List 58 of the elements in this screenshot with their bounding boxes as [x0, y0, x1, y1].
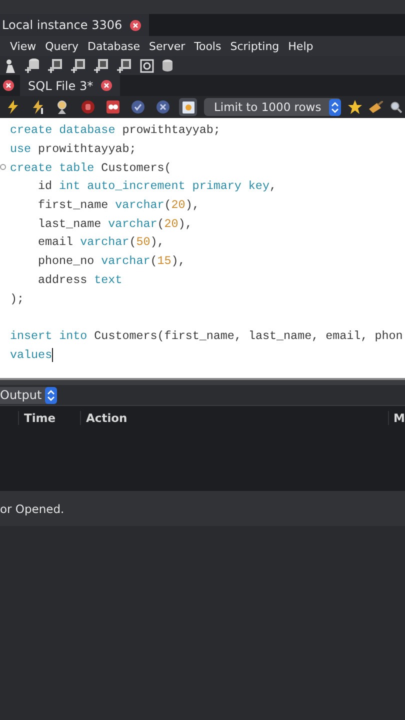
spinner-arrows-icon[interactable]: [44, 386, 57, 404]
menu-item[interactable]: View: [10, 40, 36, 52]
limit-select[interactable]: Limit to 1000 rows: [204, 98, 342, 116]
broom-icon[interactable]: [369, 101, 384, 113]
autocommit-icon: [182, 100, 194, 114]
sql-editor[interactable]: [0, 118, 405, 378]
add-database-icon[interactable]: [25, 58, 40, 73]
toolbar-button[interactable]: [129, 98, 147, 116]
stop-hand-icon: [81, 100, 95, 114]
check-icon: [131, 100, 145, 114]
code-line: id int auto_increment primary key,: [37, 179, 276, 194]
star-icon[interactable]: [348, 100, 362, 114]
menu-item[interactable]: Server: [149, 40, 186, 52]
menu-item[interactable]: Scripting: [230, 40, 280, 52]
add-object-icon[interactable]: [94, 58, 109, 73]
code-line: values: [10, 348, 54, 362]
add-object-icon[interactable]: [48, 58, 63, 73]
menu-item[interactable]: Query: [45, 40, 79, 52]
menu-item[interactable]: Help: [288, 40, 314, 52]
menu-item[interactable]: Tools: [194, 40, 222, 52]
file-tab[interactable]: SQL File 3*: [20, 75, 120, 96]
tab-title: Local instance 3306: [2, 18, 122, 32]
code-line: email varchar(50),: [37, 235, 164, 250]
lightning-icon: [7, 100, 19, 114]
code-line: create database prowithtayyab;: [10, 123, 220, 138]
status-text: or Opened.: [0, 491, 405, 526]
add-object-icon[interactable]: [71, 58, 86, 73]
cancel-icon: [156, 100, 170, 114]
code-line: address text: [37, 272, 122, 287]
database-icon[interactable]: [162, 58, 173, 72]
code-line: first_name varchar(20),: [37, 198, 200, 212]
close-icon[interactable]: [3, 80, 14, 91]
code-line: insert into Customers(first_name, last_name, email, phon: [10, 328, 403, 343]
code-line: use prowithtayyab;: [10, 142, 136, 156]
connection-tab[interactable]: Local instance 3306: [0, 14, 150, 36]
code-line: phone_no varchar(15),: [37, 254, 186, 268]
column-header[interactable]: Time: [18, 410, 80, 424]
fold-marker-icon[interactable]: [0, 164, 6, 170]
toolbar-button[interactable]: [104, 98, 122, 116]
toolbar-button[interactable]: [154, 98, 172, 116]
tab-title: SQL File 3*: [28, 78, 94, 92]
lightning-cursor-icon: [32, 100, 44, 114]
error-toggle-icon: [106, 100, 120, 114]
close-icon[interactable]: [101, 80, 112, 91]
menu-item[interactable]: Database: [88, 40, 140, 52]
output-select[interactable]: Output: [0, 386, 57, 404]
inspect-icon[interactable]: [140, 58, 154, 72]
code-line: );: [10, 292, 24, 306]
column-header[interactable]: Action: [80, 410, 388, 424]
add-object-icon[interactable]: [117, 58, 132, 73]
spinner-arrows-icon[interactable]: [329, 98, 342, 116]
close-icon[interactable]: [130, 20, 142, 30]
column-header[interactable]: M: [388, 410, 405, 424]
code-line: create table Customers(: [10, 160, 172, 175]
toolbar-button[interactable]: [179, 98, 197, 116]
code-line: last_name varchar(20),: [37, 216, 192, 231]
search-icon[interactable]: [390, 101, 402, 113]
person-icon[interactable]: [4, 58, 17, 72]
